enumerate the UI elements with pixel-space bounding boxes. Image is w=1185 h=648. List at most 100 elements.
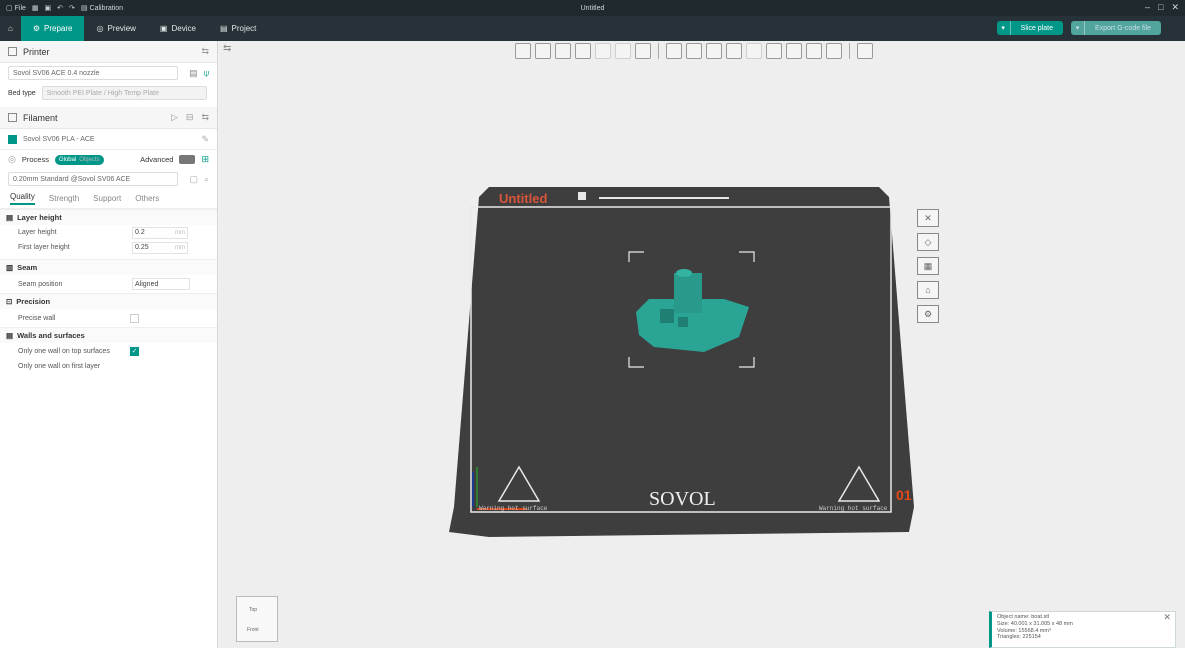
maximize-button[interactable]: □ xyxy=(1158,2,1163,13)
tab-project[interactable]: ▤ Project xyxy=(208,16,268,41)
edit-icon[interactable]: ▤ xyxy=(189,68,198,79)
brand-logo: SOVOL xyxy=(649,488,716,510)
printer-selector-row: Sovol SV06 ACE 0.4 nozzle ▤ ⍦ xyxy=(0,63,217,83)
printer-select[interactable]: Sovol SV06 ACE 0.4 nozzle xyxy=(8,66,178,80)
plate-settings-icon[interactable] xyxy=(578,192,586,200)
remove-filament-icon[interactable]: ⊟ xyxy=(186,112,194,123)
add-object-icon[interactable] xyxy=(515,43,531,59)
text-icon[interactable] xyxy=(806,43,822,59)
assembly-icon[interactable] xyxy=(857,43,873,59)
collapse-panel-icon[interactable]: ⇆ xyxy=(223,43,231,54)
tab-prepare[interactable]: ⚙ Prepare xyxy=(20,16,85,41)
group-precision: ⊡ Precision xyxy=(0,293,217,309)
process-icon: ◎ xyxy=(8,154,16,164)
bed-type-select[interactable]: Smooth PEI Plate / High Temp Plate xyxy=(41,86,207,100)
plate-settings-icon[interactable]: ⚙ xyxy=(917,305,939,323)
save-icon[interactable]: ▣ xyxy=(45,4,52,12)
export-gcode-button[interactable]: ▾ Export G-code file xyxy=(1070,21,1161,35)
window-title: Untitled xyxy=(580,4,605,12)
advanced-switch[interactable] xyxy=(179,155,196,164)
settings-icon[interactable]: ⇆ xyxy=(201,46,209,57)
compare-icon[interactable]: ⊞ xyxy=(201,154,209,165)
object-volume: Volume: 15568.4 mm³ xyxy=(997,627,1051,634)
arrange-plate-icon[interactable]: ▦ xyxy=(917,257,939,275)
add-plate-icon[interactable] xyxy=(535,43,551,59)
filament-select[interactable]: Sovol SV06 PLA - ACE xyxy=(23,136,95,143)
one-wall-top-checkbox[interactable]: ✓ xyxy=(130,346,139,356)
file-icon: ▢ xyxy=(6,5,13,12)
first-layer-height-row: First layer height 0.25 mm xyxy=(0,240,217,255)
save-preset-icon[interactable]: ▢ xyxy=(189,174,198,185)
undo-icon[interactable]: ↶ xyxy=(57,4,63,12)
toolbar-divider xyxy=(849,43,850,59)
object-triangles: Triangles: 225154 xyxy=(997,634,1041,641)
filament-row: Sovol SV06 PLA - ACE ✎ xyxy=(0,129,217,149)
search-icon[interactable]: ⌕ xyxy=(204,174,209,185)
view-toolbar xyxy=(515,43,873,59)
toolbar-divider xyxy=(658,43,659,59)
tab-support[interactable]: Support xyxy=(93,194,121,203)
printer-icon xyxy=(8,47,17,56)
walls-icon: ▤ xyxy=(6,331,14,340)
measure-icon[interactable] xyxy=(826,43,842,59)
sync-icon[interactable]: ⇆ xyxy=(201,112,209,123)
tab-others[interactable]: Others xyxy=(135,194,159,203)
add-filament-icon[interactable]: ▷ xyxy=(171,112,178,123)
minimize-button[interactable]: – xyxy=(1145,2,1150,13)
plate-surface xyxy=(449,187,914,537)
move-icon[interactable] xyxy=(666,43,682,59)
rotate-icon[interactable] xyxy=(686,43,702,59)
redo-icon[interactable]: ↷ xyxy=(69,4,75,12)
edit-icon[interactable]: ✎ xyxy=(201,134,209,145)
layer-height-input[interactable]: 0.2 mm xyxy=(132,226,188,239)
support-paint-icon[interactable] xyxy=(766,43,782,59)
lay-on-face-icon[interactable] xyxy=(726,43,742,59)
object-size: Size: 40.001 x 31.005 x 48 mm xyxy=(997,620,1073,627)
view-cube[interactable]: Top Front xyxy=(236,596,278,642)
group-walls: ▤ Walls and surfaces xyxy=(0,327,217,343)
lock-icon[interactable]: ⌂ xyxy=(917,281,939,299)
seam-paint-icon[interactable] xyxy=(786,43,802,59)
cut-icon[interactable] xyxy=(746,43,762,59)
layers-icon[interactable] xyxy=(635,43,651,59)
filament-color-swatch[interactable] xyxy=(8,134,17,144)
seam-position-select[interactable]: Aligned xyxy=(132,278,190,290)
bed-type-row: Bed type Smooth PEI Plate / High Temp Pl… xyxy=(0,83,217,103)
split-parts-icon[interactable] xyxy=(615,43,631,59)
preview-icon: ◎ xyxy=(96,24,104,33)
arrange-icon[interactable] xyxy=(575,43,591,59)
split-objects-icon[interactable] xyxy=(595,43,611,59)
chevron-down-icon[interactable]: ▾ xyxy=(997,21,1011,35)
project-icon: ▤ xyxy=(219,24,228,33)
one-wall-first-row: Only one wall on first layer xyxy=(18,362,101,370)
plate-number: 01 xyxy=(896,487,912,503)
tab-device[interactable]: ▣ Device xyxy=(148,16,208,41)
close-icon[interactable]: ✕ xyxy=(1163,613,1171,622)
global-objects-toggle[interactable]: Global Objects xyxy=(54,154,104,165)
grid-icon[interactable]: ▦ xyxy=(32,4,39,12)
orient-plate-icon[interactable]: ◇ xyxy=(917,233,939,251)
3d-viewport[interactable]: ⇆ Untitled Warning hot surface Warning h… xyxy=(219,41,1185,648)
calibration-menu[interactable]: ▤ Calibration xyxy=(81,4,123,13)
process-subtabs: Quality Strength Support Others xyxy=(0,189,217,209)
process-preset-select[interactable]: 0.20mm Standard @Sovol SV06 ACE xyxy=(8,172,178,186)
wifi-icon[interactable]: ⍦ xyxy=(204,68,209,79)
scale-icon[interactable] xyxy=(706,43,722,59)
file-menu[interactable]: ▢ File xyxy=(6,4,26,13)
process-header: ◎ Process Global Objects Advanced ⊞ xyxy=(0,149,217,169)
home-tab[interactable]: ⌂ xyxy=(0,16,21,41)
first-layer-height-input[interactable]: 0.25 mm xyxy=(132,241,188,254)
build-plate[interactable]: Untitled Warning hot surface Warning hot… xyxy=(449,187,919,547)
tab-quality[interactable]: Quality xyxy=(10,192,35,205)
tab-preview[interactable]: ◎ Preview xyxy=(84,16,147,41)
device-icon: ▣ xyxy=(159,24,168,33)
plate-side-toolbar: ✕ ◇ ▦ ⌂ ⚙ xyxy=(917,209,939,323)
prepare-icon: ⚙ xyxy=(32,24,41,33)
orient-icon[interactable] xyxy=(555,43,571,59)
delete-icon[interactable]: ✕ xyxy=(917,209,939,227)
tab-strength[interactable]: Strength xyxy=(49,194,79,203)
close-button[interactable]: ✕ xyxy=(1171,2,1179,13)
precise-wall-checkbox[interactable] xyxy=(130,313,139,323)
chevron-down-icon[interactable]: ▾ xyxy=(1071,21,1085,35)
slice-plate-button[interactable]: ▾ Slice plate xyxy=(996,21,1063,35)
